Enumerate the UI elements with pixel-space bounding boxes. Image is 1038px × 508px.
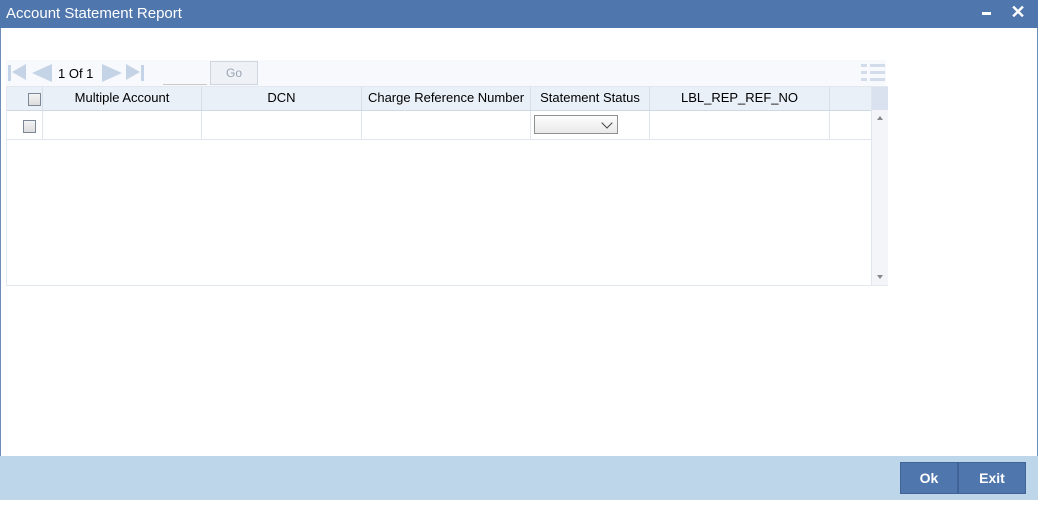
column-header-statement-status[interactable]: Statement Status: [531, 87, 650, 110]
chevron-down-icon: [601, 117, 613, 129]
title-bar: Account Statement Report ✕: [0, 0, 1038, 28]
table-header: Multiple Account DCN Charge Reference Nu…: [7, 87, 871, 111]
table-row: [7, 111, 871, 140]
next-page-icon[interactable]: [102, 64, 122, 82]
scrollbar-header-block: [872, 87, 888, 110]
data-table: Multiple Account DCN Charge Reference Nu…: [6, 86, 888, 286]
footer-bar: Ok Exit: [0, 456, 1038, 500]
close-icon: ✕: [1010, 2, 1026, 22]
row-checkbox[interactable]: [23, 120, 36, 133]
pagination-toolbar: 1 Of 1 Go: [6, 60, 886, 86]
window-title: Account Statement Report: [6, 5, 182, 22]
first-page-icon[interactable]: [12, 64, 26, 80]
page-number-input[interactable]: [163, 64, 207, 85]
grid-view-icon[interactable]: [861, 62, 885, 82]
exit-button[interactable]: Exit: [958, 462, 1026, 494]
lbl-rep-ref-no-cell[interactable]: [650, 111, 830, 139]
multiple-account-cell[interactable]: [43, 111, 202, 139]
statement-status-select[interactable]: [534, 115, 618, 134]
scroll-down-icon[interactable]: [877, 275, 883, 279]
row-select-cell: [7, 111, 43, 139]
page-indicator: 1 Of 1: [58, 66, 94, 81]
go-button[interactable]: Go: [210, 61, 258, 85]
select-all-cell: [7, 87, 43, 110]
previous-page-icon[interactable]: [32, 64, 52, 82]
charge-reference-number-cell[interactable]: [362, 111, 531, 139]
minimize-button[interactable]: [976, 2, 996, 24]
first-page-bar-icon: [8, 65, 11, 81]
column-header-dcn[interactable]: DCN: [202, 87, 362, 110]
close-button[interactable]: ✕: [1008, 2, 1028, 24]
select-all-checkbox[interactable]: [28, 93, 41, 106]
column-header-charge-reference-number[interactable]: Charge Reference Number: [362, 87, 531, 110]
scroll-up-icon[interactable]: [877, 116, 883, 120]
ok-button[interactable]: Ok: [900, 462, 958, 494]
column-header-lbl-rep-ref-no[interactable]: LBL_REP_REF_NO: [650, 87, 830, 110]
dcn-cell[interactable]: [202, 111, 362, 139]
last-page-icon[interactable]: [126, 64, 140, 80]
minimize-icon: [981, 12, 991, 15]
statement-status-cell: [531, 111, 650, 139]
bottom-strip: [0, 500, 1038, 508]
column-header-multiple-account[interactable]: Multiple Account: [43, 87, 202, 110]
vertical-scrollbar[interactable]: [871, 87, 888, 285]
last-page-bar-icon: [141, 65, 144, 81]
